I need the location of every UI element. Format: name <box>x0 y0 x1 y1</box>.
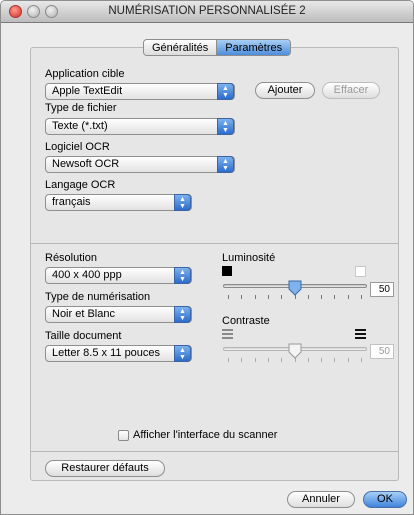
footer-divider <box>31 451 398 452</box>
scanner-ui-label[interactable]: Afficher l'interface du scanner <box>133 429 277 441</box>
chevron-updown-icon: ▲ ▼ <box>174 267 191 284</box>
app-select-value: Apple TextEdit <box>52 85 123 97</box>
slider-tick <box>361 295 362 299</box>
ocr-language-value: français <box>52 196 91 208</box>
title-bar: NUMÉRISATION PERSONNALISÉE 2 <box>1 1 413 23</box>
tab-bar: Généralités Paramètres <box>143 39 292 56</box>
doc-size-select[interactable]: Letter 8.5 x 11 pouces ▲ ▼ <box>45 345 192 362</box>
ocr-software-label: Logiciel OCR <box>45 141 110 153</box>
slider-tick <box>281 358 282 362</box>
chevron-updown-icon: ▲ ▼ <box>174 306 191 323</box>
slider-tick <box>241 358 242 362</box>
slider-tick <box>321 295 322 299</box>
ocr-language-select[interactable]: français ▲ ▼ <box>45 194 192 211</box>
brightness-knob[interactable] <box>288 280 302 296</box>
slider-tick <box>268 358 269 362</box>
chevron-updown-icon: ▲ ▼ <box>174 194 191 211</box>
restore-defaults-button[interactable]: Restaurer défauts <box>45 460 165 477</box>
file-type-select[interactable]: Texte (*.txt) ▲ ▼ <box>45 118 235 135</box>
brightness-value[interactable]: 50 <box>370 282 394 297</box>
contrast-value[interactable]: 50 <box>370 344 394 359</box>
slider-tick <box>228 295 229 299</box>
tab-settings[interactable]: Paramètres <box>216 40 291 55</box>
scan-type-select[interactable]: Noir et Blanc ▲ ▼ <box>45 306 192 323</box>
contrast-knob[interactable] <box>288 343 302 359</box>
scan-type-value: Noir et Blanc <box>52 308 115 320</box>
slider-tick <box>334 295 335 299</box>
slider-tick <box>348 295 349 299</box>
chevron-updown-icon: ▲ ▼ <box>217 83 234 100</box>
resolution-value: 400 x 400 ppp <box>52 269 122 281</box>
slider-tick <box>334 358 335 362</box>
file-type-label: Type de fichier <box>45 102 117 114</box>
file-type-value: Texte (*.txt) <box>52 120 108 132</box>
slider-tick <box>321 358 322 362</box>
tab-general[interactable]: Généralités <box>144 40 217 55</box>
chevron-updown-icon: ▲ ▼ <box>217 118 234 135</box>
contrast-label: Contraste <box>222 315 270 327</box>
slider-tick <box>348 358 349 362</box>
dark-square-icon <box>222 266 232 276</box>
ocr-software-select[interactable]: Newsoft OCR ▲ ▼ <box>45 156 235 173</box>
brightness-label: Luminosité <box>222 252 276 264</box>
slider-tick <box>308 358 309 362</box>
resolution-label: Résolution <box>45 252 97 264</box>
resolution-select[interactable]: 400 x 400 ppp ▲ ▼ <box>45 267 192 284</box>
slider-tick <box>308 295 309 299</box>
doc-size-value: Letter 8.5 x 11 pouces <box>52 347 161 359</box>
dialog-window: NUMÉRISATION PERSONNALISÉE 2 Généralités… <box>0 0 414 515</box>
slider-tick <box>281 295 282 299</box>
slider-tick <box>361 358 362 362</box>
low-contrast-icon <box>222 329 233 339</box>
slider-tick <box>241 295 242 299</box>
scan-type-label: Type de numérisation <box>45 291 151 303</box>
high-contrast-icon <box>355 329 366 339</box>
app-label: Application cible <box>45 68 125 80</box>
ocr-language-label: Langage OCR <box>45 179 116 191</box>
doc-size-label: Taille document <box>45 330 122 342</box>
slider-tick <box>255 295 256 299</box>
slider-tick <box>255 358 256 362</box>
section-divider <box>31 243 398 244</box>
slider-tick <box>228 358 229 362</box>
app-select[interactable]: Apple TextEdit ▲ ▼ <box>45 83 235 100</box>
ocr-software-value: Newsoft OCR <box>52 158 120 170</box>
slider-tick <box>268 295 269 299</box>
chevron-updown-icon: ▲ ▼ <box>174 345 191 362</box>
add-button[interactable]: Ajouter <box>255 82 315 99</box>
light-square-icon <box>355 266 366 277</box>
cancel-button[interactable]: Annuler <box>287 491 355 508</box>
chevron-updown-icon: ▲ ▼ <box>217 156 234 173</box>
window-title: NUMÉRISATION PERSONNALISÉE 2 <box>108 5 306 17</box>
scanner-ui-checkbox[interactable] <box>118 430 129 441</box>
delete-button[interactable]: Effacer <box>322 82 380 99</box>
ok-button[interactable]: OK <box>363 491 407 508</box>
